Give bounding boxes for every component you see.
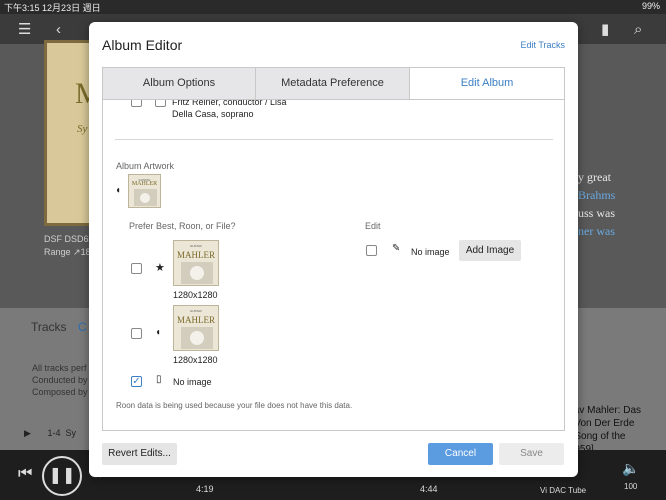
edit-album-panel: Fritz Reiner, conductor / Lisa Della Cas… [102,99,565,431]
back-icon[interactable]: ‹ [56,22,61,37]
roon-icon: ◖ [155,327,162,338]
album-artwork-label: Album Artwork [116,161,175,171]
save-button[interactable]: Save [499,443,564,465]
editor-tabs: Album Options Metadata Preference Edit A… [102,67,565,99]
total-time: 4:44 [420,484,438,494]
tab-album-options[interactable]: Album Options [103,68,256,99]
bookmark-icon[interactable]: ▮ [601,22,609,37]
prefer-file-checkbox[interactable]: ✓ [131,376,142,387]
credit-line-1: Fritz Reiner, conductor / Lisa [172,99,287,107]
tab-credits[interactable]: C [78,320,87,334]
add-image-button[interactable]: Add Image [459,240,521,261]
section-divider [115,139,553,140]
current-artwork-thumbnail: GUSTAV MAHLER [128,174,161,208]
file-icon: ▯ [156,374,162,385]
credit-line-2: Della Casa, soprano [172,109,254,119]
prefer-best-checkbox[interactable] [131,263,142,274]
pause-button[interactable]: ❚❚ [42,456,82,496]
prefer-roon-checkbox[interactable] [131,328,142,339]
edit-artwork-checkbox[interactable] [366,245,377,256]
file-no-image-label: No image [173,377,212,387]
output-device[interactable]: Vi DAC Tube [540,486,586,495]
search-icon[interactable]: ⌕ [634,22,642,37]
dialog-title: Album Editor [102,37,183,53]
credit-checkbox-left[interactable] [131,100,142,107]
roon-artwork-thumbnail: GUSTAV MAHLER [173,305,219,351]
edit-tracks-link[interactable]: Edit Tracks [520,40,565,50]
roon-resolution: 1280x1280 [173,355,218,365]
best-artwork-thumbnail: GUSTAV MAHLER [173,240,219,286]
ios-status-bar: 下午3:15 12月23日 週日 99% [0,0,666,14]
credits-summary: All tracks perf Conducted by Composed by [32,363,88,397]
tab-edit-album[interactable]: Edit Album [410,68,564,99]
tab-metadata-preference[interactable]: Metadata Preference [256,68,410,99]
album-editor-dialog: Album Editor Edit Tracks Album Options M… [89,22,578,477]
edit-label: Edit [365,221,381,231]
volume-icon[interactable]: 🔈 [622,460,639,477]
status-time-date: 下午3:15 12月23日 週日 [4,3,101,13]
play-icon[interactable]: ▶ [24,428,31,438]
pencil-icon: ✎ [392,243,401,254]
track-row[interactable]: ▶ 1-4 Sy [24,428,76,439]
roon-icon: ◖ [115,185,122,196]
edit-no-image-label: No image [411,247,450,257]
tab-tracks[interactable]: Tracks [31,320,67,334]
cancel-button[interactable]: Cancel [428,443,493,465]
revert-edits-button[interactable]: Revert Edits... [102,443,177,465]
best-resolution: 1280x1280 [173,290,218,300]
star-icon: ★ [155,262,165,274]
previous-track-icon[interactable]: ⏮ [18,465,32,483]
elapsed-time: 4:19 [196,484,214,494]
album-format-info: DSF DSD64 Range ↗18 [44,234,94,257]
hamburger-menu-icon[interactable]: ☰ [18,22,31,37]
album-cover-background: M Sy [44,40,94,226]
volume-level: 100 [624,482,638,491]
credit-checkbox[interactable] [155,100,166,107]
prefer-label: Prefer Best, Roon, or File? [129,221,236,231]
battery-indicator: 99% [641,1,660,11]
roon-data-note: Roon data is being used because your fil… [116,401,353,410]
album-bio-snippet: y great Brahms uss was ner was [578,170,616,238]
